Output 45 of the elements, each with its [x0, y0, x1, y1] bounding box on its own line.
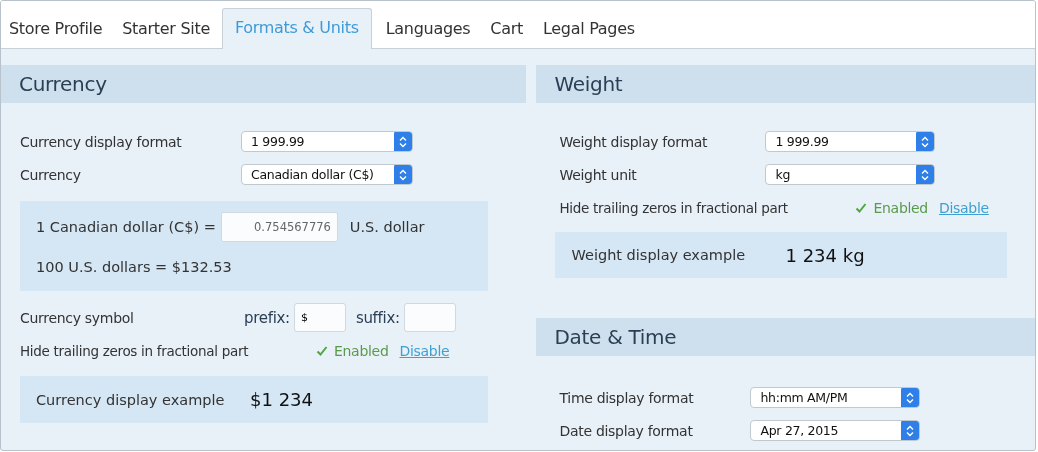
field-label: Currency: [20, 166, 82, 183]
dropdown[interactable]: kg: [765, 164, 936, 185]
rate-unit: U.S. dollar: [349, 219, 425, 235]
conversion-text: 100 U.S. dollars = $132.53: [36, 259, 233, 275]
stepper-icon: [901, 421, 920, 440]
field-label: Date display format: [559, 422, 694, 439]
field-label: Hide trailing zeros in fractional part: [20, 342, 250, 359]
field-label: Currency display format: [20, 133, 183, 150]
field-label: Weight unit: [559, 166, 638, 183]
dropdown[interactable]: Canadian dollar (C$): [241, 164, 413, 185]
tab[interactable]: Cart: [482, 10, 529, 48]
field-label: Hide trailing zeros in fractional part: [559, 199, 789, 216]
check-icon: [855, 201, 868, 214]
suffix-label: suffix:: [355, 308, 400, 327]
dropdown[interactable]: 1 999.99: [241, 131, 413, 152]
example-value: 1 234 kg: [785, 244, 865, 266]
stepper-icon: [901, 388, 920, 407]
prefix-field[interactable]: $: [293, 303, 346, 332]
field-label: Currency symbol: [20, 309, 135, 326]
status-text: Enabled: [316, 342, 389, 359]
section-header: Weight: [536, 65, 1035, 103]
example-value: $1 234: [250, 389, 313, 410]
tab[interactable]: Legal Pages: [535, 10, 641, 48]
field-label: Time display format: [559, 389, 695, 406]
section-header: Currency: [1, 65, 527, 103]
dropdown[interactable]: Apr 27, 2015: [750, 420, 921, 441]
field-label: Weight display format: [559, 133, 709, 150]
rate-label: 1 Canadian dollar (C$) =: [36, 219, 216, 235]
stepper-icon: [916, 132, 935, 151]
tab[interactable]: Store Profile: [1, 10, 109, 48]
example-label: Weight display example: [571, 247, 747, 263]
dropdown[interactable]: hh:mm AM/PM: [750, 387, 921, 408]
status-text: Enabled: [855, 199, 928, 216]
tab[interactable]: Languages: [377, 10, 477, 48]
section-header: Date & Time: [536, 318, 1035, 356]
tab[interactable]: Starter Site: [114, 10, 216, 48]
dropdown[interactable]: 1 999.99: [765, 131, 936, 152]
suffix-field[interactable]: [403, 303, 456, 332]
stepper-icon: [916, 165, 935, 184]
rate-field[interactable]: 0.754567776: [220, 212, 338, 242]
stepper-icon: [394, 132, 412, 151]
check-icon: [316, 344, 328, 357]
example-label: Currency display example: [36, 391, 226, 408]
prefix-label: prefix:: [244, 308, 290, 327]
stepper-icon: [394, 165, 412, 184]
